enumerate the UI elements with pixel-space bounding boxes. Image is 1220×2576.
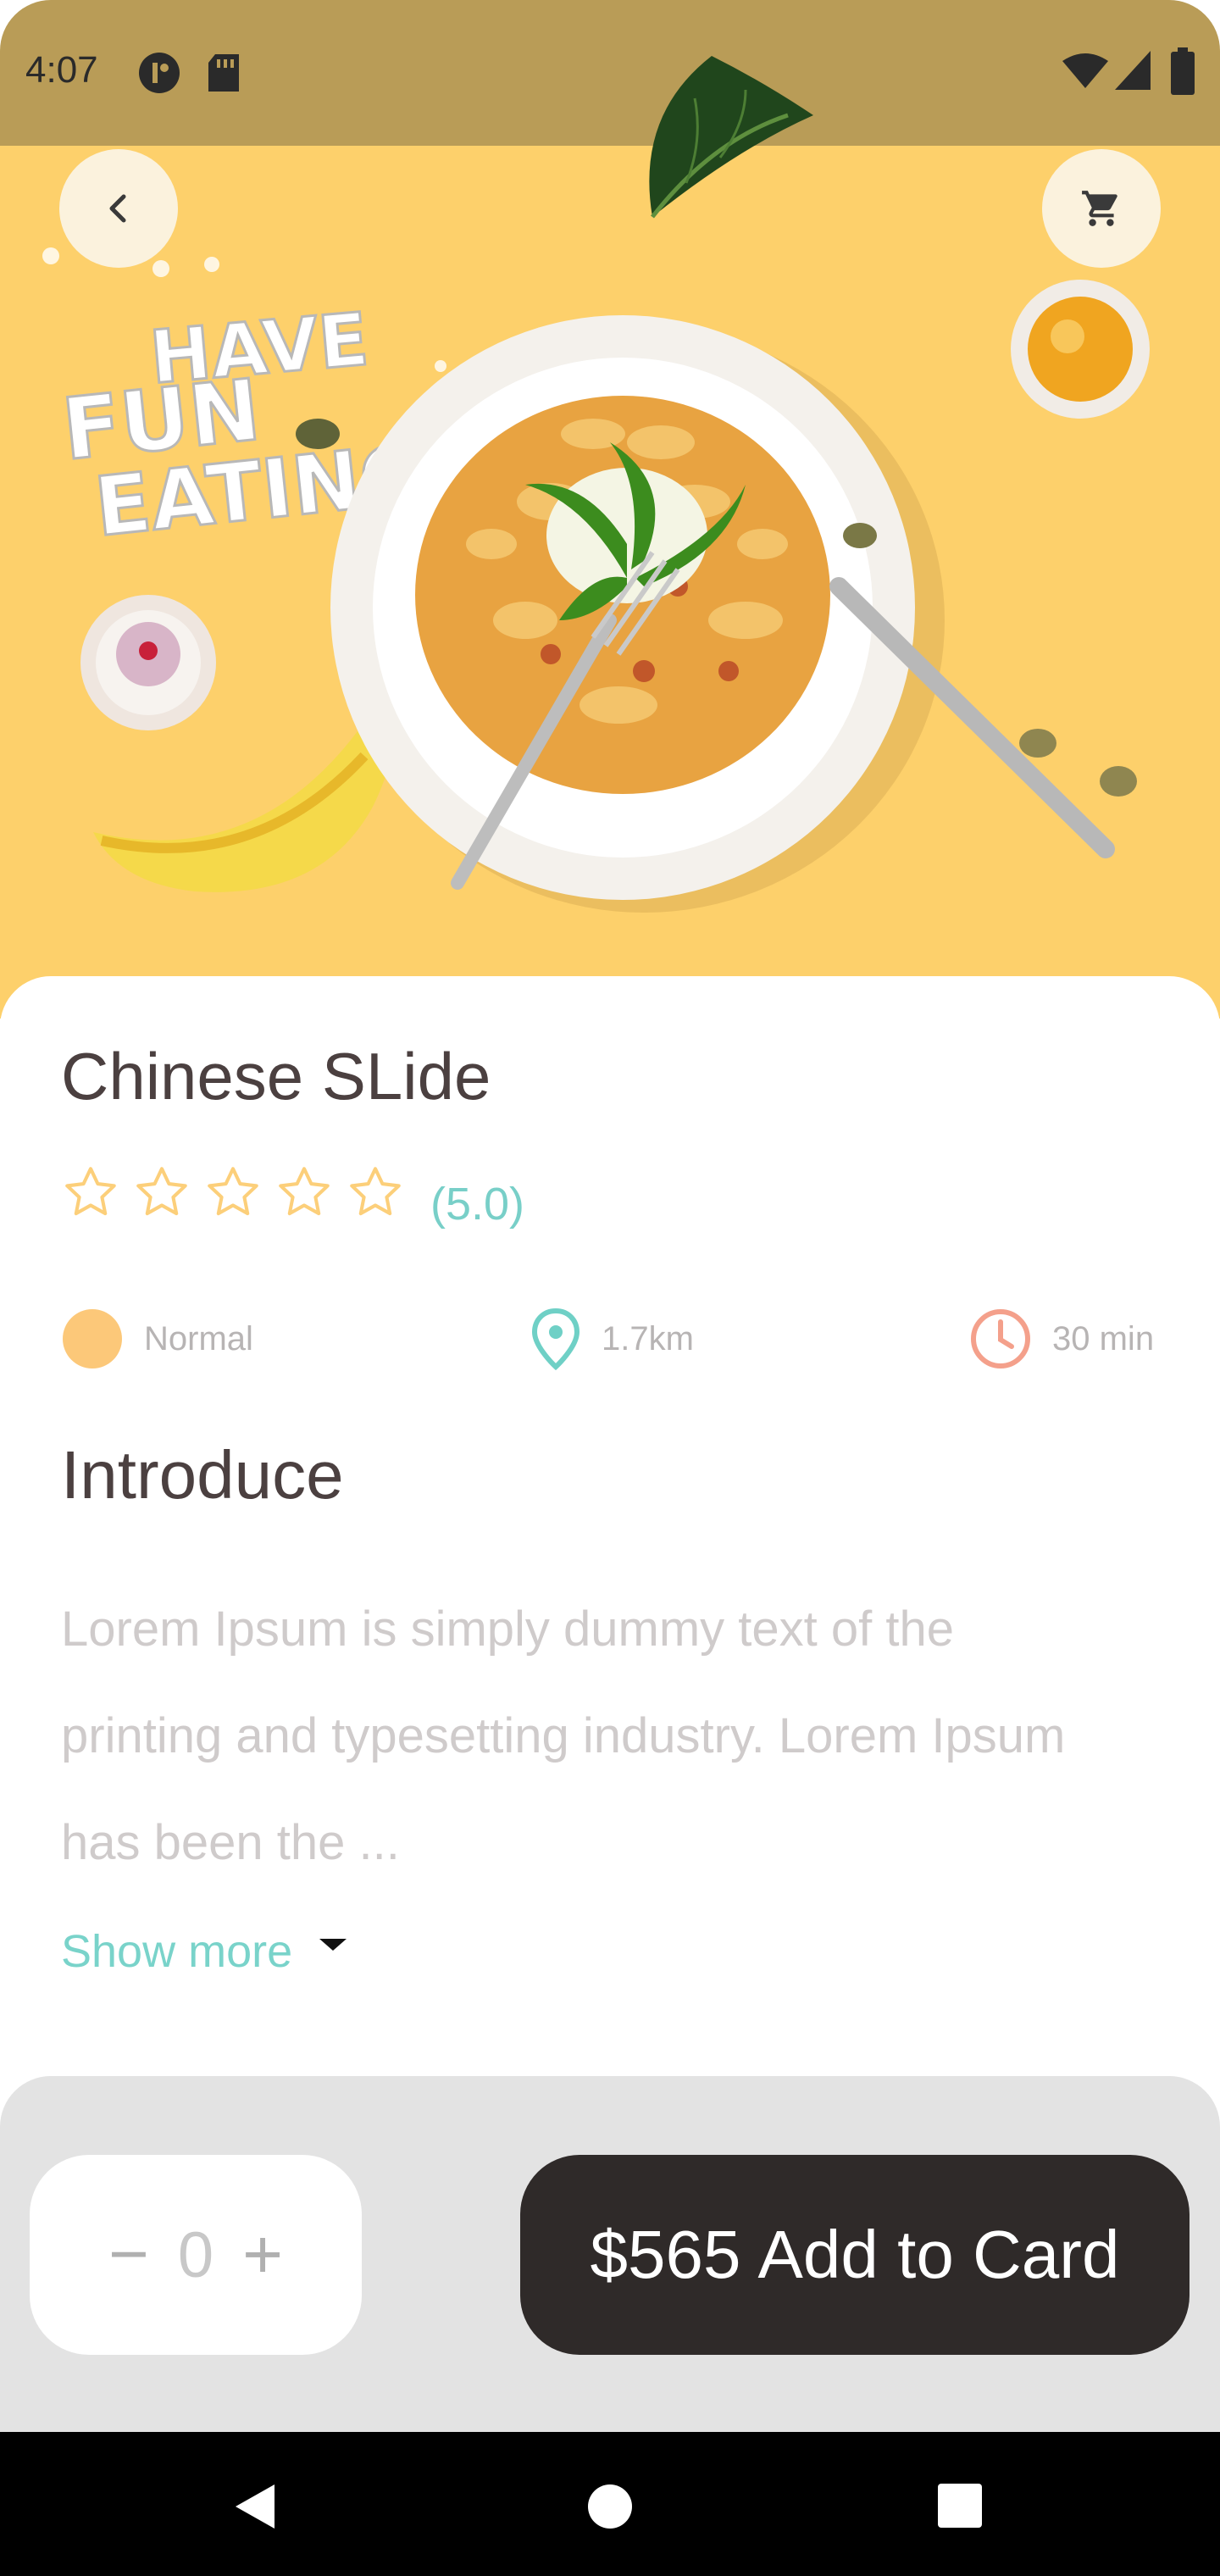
app-notification-icon xyxy=(139,53,180,93)
caret-down-icon xyxy=(319,1939,347,1951)
battery-icon xyxy=(1171,47,1195,95)
cart-icon xyxy=(1082,191,1117,226)
rating-value: (5.0) xyxy=(430,1179,525,1230)
time-label: 30 min xyxy=(1052,1319,1155,1357)
quantity-stepper[interactable]: − 0 + xyxy=(30,2155,362,2355)
show-more-link[interactable]: Show more xyxy=(61,1925,358,1978)
status-bar: 4:07 xyxy=(0,0,1220,219)
star-icon xyxy=(279,1167,330,1216)
back-nav-icon[interactable] xyxy=(230,2481,278,2532)
intro-text: Lorem Ipsum is simply dummy text of the … xyxy=(61,1602,1066,1870)
cellular-signal-icon xyxy=(1115,51,1151,90)
home-nav-icon[interactable] xyxy=(586,2483,634,2530)
cart-button[interactable] xyxy=(1042,149,1161,268)
product-title: Chinese SLide xyxy=(61,1039,491,1113)
leaf-decoration xyxy=(649,56,813,219)
system-nav-bar xyxy=(0,2432,1220,2576)
hero-food-image: HAVE FUN EATING xyxy=(0,146,1220,1019)
info-distance: 1.7km xyxy=(530,1305,694,1373)
add-to-cart-label: Add to Card xyxy=(757,2217,1120,2292)
show-more-label: Show more xyxy=(61,1926,293,1977)
star-icon xyxy=(136,1167,187,1216)
clock-icon xyxy=(971,1309,1030,1368)
quantity-value: 0 xyxy=(177,2218,214,2291)
level-label: Normal xyxy=(144,1319,253,1357)
location-pin-icon xyxy=(531,1307,580,1370)
star-icon xyxy=(208,1167,258,1216)
distance-label: 1.7km xyxy=(602,1319,694,1357)
intro-heading: Introduce xyxy=(61,1437,344,1513)
add-to-cart-button[interactable]: $565 Add to Card xyxy=(520,2155,1190,2355)
decrement-button[interactable]: − xyxy=(108,2215,149,2295)
sd-card-icon xyxy=(208,54,239,92)
status-time: 4:07 xyxy=(25,49,98,91)
chevron-left-icon xyxy=(109,194,126,223)
increment-button[interactable]: + xyxy=(242,2215,283,2295)
price-label: $565 xyxy=(590,2217,741,2292)
star-icon xyxy=(350,1167,401,1216)
rating-stars xyxy=(61,1163,405,1222)
wifi-icon xyxy=(1062,53,1108,88)
dot-icon xyxy=(63,1309,122,1368)
detail-card xyxy=(0,976,1220,2078)
recents-nav-icon[interactable] xyxy=(937,2483,983,2529)
info-time: 30 min xyxy=(969,1305,1154,1373)
info-level: Normal xyxy=(61,1305,253,1373)
back-button[interactable] xyxy=(59,149,178,268)
star-icon xyxy=(65,1167,116,1216)
